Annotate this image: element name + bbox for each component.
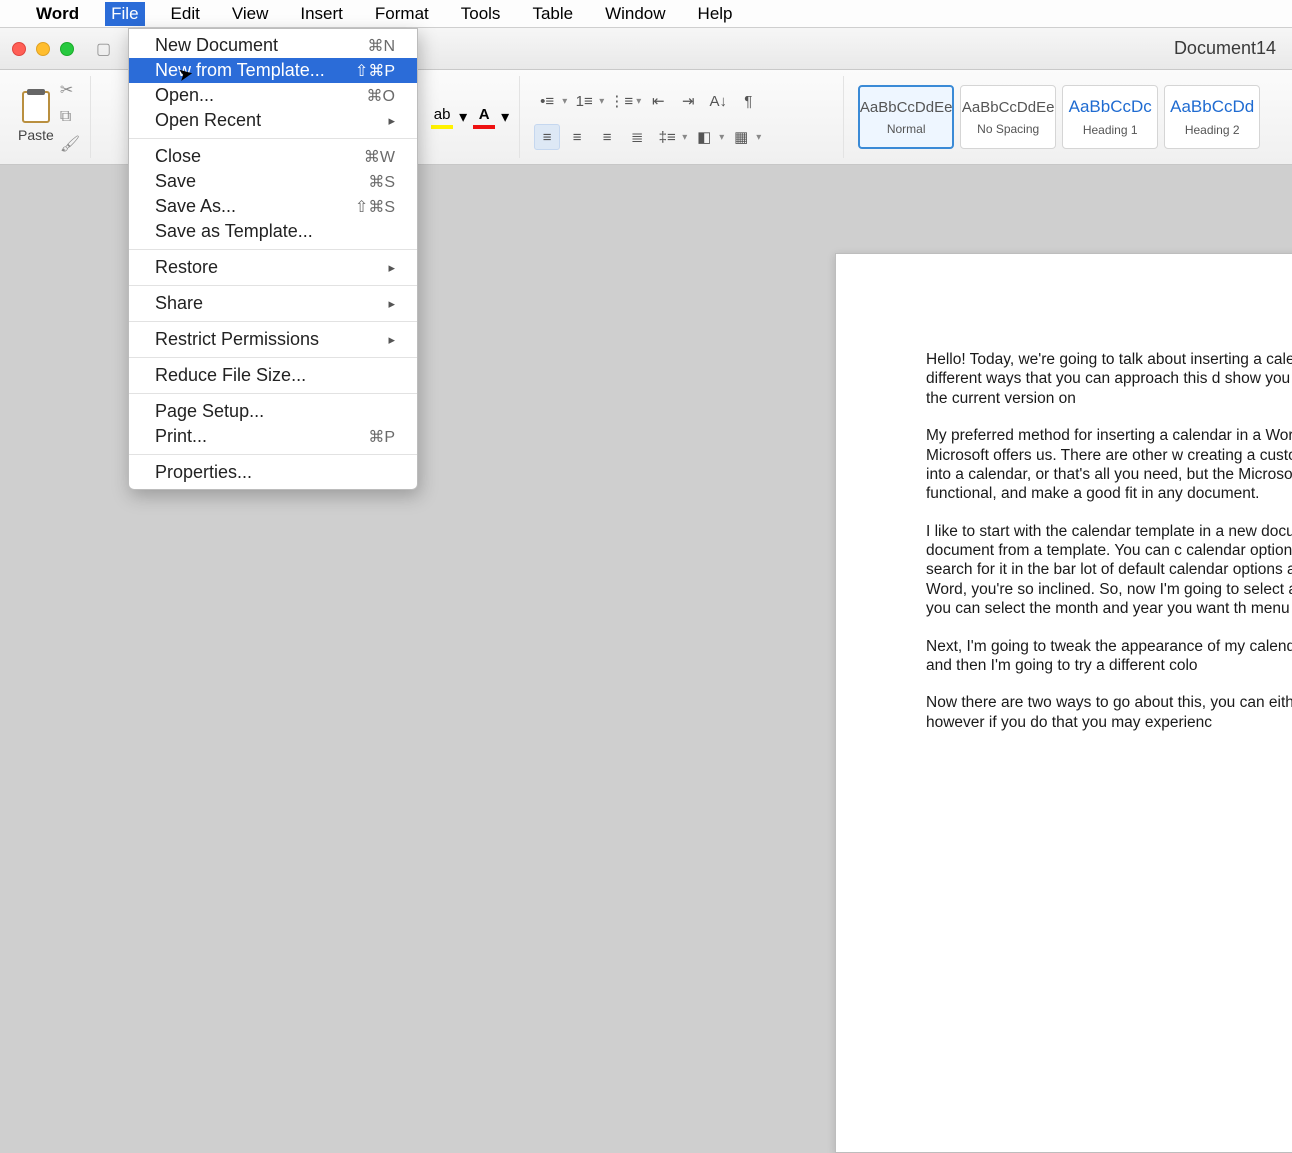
close-window[interactable]	[12, 42, 26, 56]
clipboard-icon	[22, 91, 50, 123]
style-heading-2[interactable]: AaBbCcDdHeading 2	[1164, 85, 1260, 149]
paste-label: Paste	[18, 127, 54, 143]
file-menu-save[interactable]: Save⌘S	[129, 169, 417, 194]
file-menu-new-from-template[interactable]: New from Template...⇧⌘P	[129, 58, 417, 83]
file-menu-print[interactable]: Print...⌘P	[129, 424, 417, 449]
line-spacing[interactable]: ‡≡▾	[654, 124, 687, 150]
bullets[interactable]: •≡▾	[534, 88, 567, 114]
paragraph[interactable]: Next, I'm going to tweak the appearance …	[926, 637, 1292, 676]
group-font-colors: ab ▾ A ▾	[421, 76, 520, 158]
clipboard-mini: ✂ ⧉ 🖌	[60, 80, 80, 154]
menu-table[interactable]: Table	[526, 2, 579, 26]
highlight-color[interactable]: ab	[431, 106, 453, 129]
highlight-chevron[interactable]: ▾	[459, 107, 467, 127]
cut-icon[interactable]: ✂	[60, 80, 80, 100]
multilevel-list[interactable]: ⋮≡▾	[608, 88, 641, 114]
file-menu-properties[interactable]: Properties...	[129, 460, 417, 485]
font-color[interactable]: A	[473, 106, 495, 129]
paragraph[interactable]: I like to start with the calendar templa…	[926, 522, 1292, 619]
traffic-lights	[12, 42, 74, 56]
paragraph[interactable]: Hello! Today, we're going to talk about …	[926, 350, 1292, 408]
align-left[interactable]: ≡	[534, 124, 560, 150]
file-menu-restore[interactable]: Restore	[129, 255, 417, 280]
file-menu-save-as-template[interactable]: Save as Template...	[129, 219, 417, 244]
borders[interactable]: ▦▾	[728, 124, 761, 150]
menu-view[interactable]: View	[226, 2, 275, 26]
group-styles: AaBbCcDdEeNormalAaBbCcDdEeNo SpacingAaBb…	[848, 76, 1270, 158]
paste-button[interactable]: Paste	[18, 91, 54, 143]
mac-menubar: Word File Edit View Insert Format Tools Table W…	[0, 0, 1292, 28]
file-menu-restrict-permissions[interactable]: Restrict Permissions	[129, 327, 417, 352]
paragraph[interactable]: Now there are two ways to go about this,…	[926, 693, 1292, 732]
group-clipboard: Paste ✂ ⧉ 🖌	[8, 76, 91, 158]
file-menu-dropdown: New Document⌘NNew from Template...⇧⌘POpe…	[128, 28, 418, 490]
menu-tools[interactable]: Tools	[455, 2, 507, 26]
align-right[interactable]: ≡	[594, 124, 620, 150]
minimize-window[interactable]	[36, 42, 50, 56]
file-menu-open[interactable]: Open...⌘O	[129, 83, 417, 108]
menu-file[interactable]: File	[105, 2, 144, 26]
style-normal[interactable]: AaBbCcDdEeNormal	[858, 85, 954, 149]
style-heading-1[interactable]: AaBbCcDcHeading 1	[1062, 85, 1158, 149]
justify[interactable]: ≣	[624, 124, 650, 150]
file-menu-new-document[interactable]: New Document⌘N	[129, 33, 417, 58]
file-menu-reduce-file-size[interactable]: Reduce File Size...	[129, 363, 417, 388]
menu-window[interactable]: Window	[599, 2, 671, 26]
style-no-spacing[interactable]: AaBbCcDdEeNo Spacing	[960, 85, 1056, 149]
copy-icon[interactable]: ⧉	[60, 108, 80, 126]
increase-indent[interactable]: ⇥	[675, 88, 701, 114]
sort[interactable]: A↓	[705, 88, 731, 114]
file-menu-share[interactable]: Share	[129, 291, 417, 316]
numbering[interactable]: 1≡▾	[571, 88, 604, 114]
paragraph[interactable]: My preferred method for inserting a cale…	[926, 426, 1292, 504]
menu-help[interactable]: Help	[692, 2, 739, 26]
format-painter-icon[interactable]: 🖌	[60, 134, 80, 154]
app-menu[interactable]: Word	[30, 2, 85, 26]
document-page[interactable]: Hello! Today, we're going to talk about …	[835, 253, 1292, 1153]
zoom-window[interactable]	[60, 42, 74, 56]
file-menu-close[interactable]: Close⌘W	[129, 144, 417, 169]
menu-edit[interactable]: Edit	[165, 2, 206, 26]
file-menu-save-as[interactable]: Save As...⇧⌘S	[129, 194, 417, 219]
align-center[interactable]: ≡	[564, 124, 590, 150]
file-menu-open-recent[interactable]: Open Recent	[129, 108, 417, 133]
menu-format[interactable]: Format	[369, 2, 435, 26]
decrease-indent[interactable]: ⇤	[645, 88, 671, 114]
quick-access-toolbar: ▢	[96, 39, 111, 59]
group-paragraph: •≡▾ 1≡▾ ⋮≡▾ ⇤ ⇥ A↓ ¶ ≡ ≡ ≡ ≣ ‡≡▾ ◧▾ ▦▾	[524, 76, 844, 158]
menu-insert[interactable]: Insert	[294, 2, 349, 26]
font-color-chevron[interactable]: ▾	[501, 107, 509, 127]
document-title: Document14	[1174, 38, 1276, 59]
save-icon[interactable]: ▢	[96, 39, 111, 59]
file-menu-page-setup[interactable]: Page Setup...	[129, 399, 417, 424]
show-marks[interactable]: ¶	[735, 88, 761, 114]
shading[interactable]: ◧▾	[691, 124, 724, 150]
